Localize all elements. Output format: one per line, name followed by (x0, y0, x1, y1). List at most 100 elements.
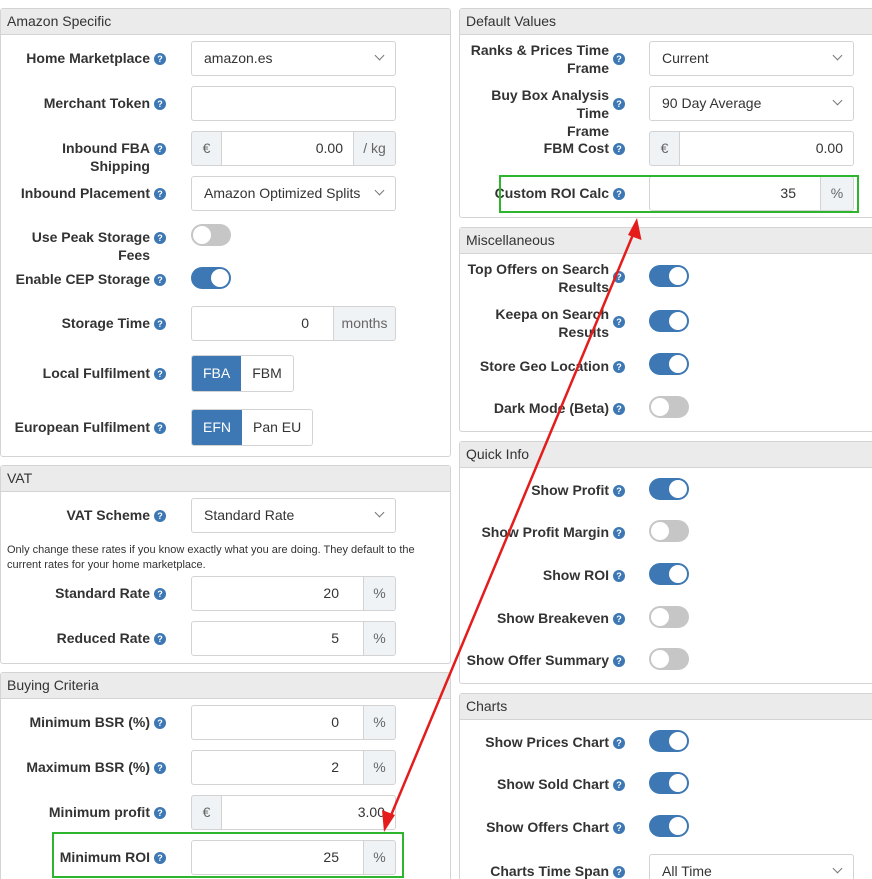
min-bsr-label: Minimum BSR (%) (29, 714, 150, 730)
ranks-timeframe-value: Current (662, 50, 709, 66)
help-icon[interactable]: ? (613, 53, 625, 65)
help-icon[interactable]: ? (613, 613, 625, 625)
default-values-title: Default Values (460, 9, 872, 35)
show-profit-toggle[interactable] (649, 478, 689, 500)
help-icon[interactable]: ? (154, 98, 166, 110)
inbound-fba-label: Inbound FBA Shipping (62, 140, 150, 174)
fbm-cost-input[interactable]: 0.00 (679, 131, 854, 166)
show-profit-label: Show Profit (531, 482, 609, 498)
buybox-timeframe-select[interactable]: 90 Day Average (649, 86, 854, 121)
help-icon[interactable]: ? (613, 143, 625, 155)
max-bsr-label: Maximum BSR (%) (26, 759, 150, 775)
inbound-placement-label: Inbound Placement (20, 185, 150, 201)
amazon-specific-title: Amazon Specific (1, 9, 450, 35)
charts-time-span-select[interactable]: All Time (649, 854, 854, 879)
show-offers-chart-label: Show Offers Chart (486, 819, 609, 835)
top-offers-toggle[interactable] (649, 265, 689, 287)
help-icon[interactable]: ? (154, 633, 166, 645)
home-marketplace-select[interactable]: amazon.es (191, 41, 396, 76)
help-icon[interactable]: ? (154, 188, 166, 200)
inbound-placement-select[interactable]: Amazon Optimized Splits (191, 176, 396, 211)
chevron-down-icon (832, 50, 843, 61)
help-icon[interactable]: ? (154, 762, 166, 774)
help-icon[interactable]: ? (613, 403, 625, 415)
home-marketplace-label: Home Marketplace (26, 50, 150, 66)
help-icon[interactable]: ? (613, 866, 625, 878)
merchant-token-label: Merchant Token (43, 95, 150, 111)
fbm-option[interactable]: FBM (241, 356, 293, 391)
help-icon[interactable]: ? (613, 570, 625, 582)
help-icon[interactable]: ? (154, 274, 166, 286)
help-icon[interactable]: ? (613, 98, 625, 110)
min-profit-input[interactable]: 3.00 (221, 795, 396, 830)
show-prices-chart-toggle[interactable] (649, 730, 689, 752)
help-icon[interactable]: ? (613, 316, 625, 328)
show-profit-margin-label: Show Profit Margin (481, 524, 609, 540)
charts-title: Charts (460, 694, 872, 720)
percent-suffix: % (363, 576, 396, 611)
help-icon[interactable]: ? (154, 232, 166, 244)
percent-suffix: % (363, 750, 396, 785)
efn-option[interactable]: EFN (192, 410, 242, 445)
dark-mode-toggle[interactable] (649, 396, 689, 418)
help-icon[interactable]: ? (154, 807, 166, 819)
help-icon[interactable]: ? (613, 779, 625, 791)
keepa-label-line1: Keepa on Search (495, 306, 609, 322)
min-bsr-input[interactable]: 0 (191, 705, 364, 740)
help-icon[interactable]: ? (154, 422, 166, 434)
chevron-down-icon (374, 50, 385, 61)
help-icon[interactable]: ? (613, 527, 625, 539)
european-fulfilment-label: European Fulfilment (14, 419, 150, 435)
top-offers-label-line1: Top Offers on Search (467, 261, 609, 277)
help-icon[interactable]: ? (613, 485, 625, 497)
standard-rate-label: Standard Rate (55, 585, 150, 601)
help-icon[interactable]: ? (613, 822, 625, 834)
vat-scheme-select[interactable]: Standard Rate (191, 498, 396, 533)
show-sold-chart-toggle[interactable] (649, 772, 689, 794)
cep-storage-toggle[interactable] (191, 267, 231, 289)
geo-location-toggle[interactable] (649, 353, 689, 375)
min-profit-label: Minimum profit (48, 804, 150, 820)
show-sold-chart-label: Show Sold Chart (497, 776, 609, 792)
help-icon[interactable]: ? (154, 717, 166, 729)
standard-rate-input[interactable]: 20 (191, 576, 364, 611)
chevron-down-icon (832, 95, 843, 106)
help-icon[interactable]: ? (613, 271, 625, 283)
show-profit-margin-toggle[interactable] (649, 520, 689, 542)
help-icon[interactable]: ? (154, 510, 166, 522)
reduced-rate-input[interactable]: 5 (191, 621, 364, 656)
show-offer-summary-toggle[interactable] (649, 648, 689, 670)
ranks-timeframe-select[interactable]: Current (649, 41, 854, 76)
help-icon[interactable]: ? (154, 368, 166, 380)
quick-info-title: Quick Info (460, 442, 872, 468)
show-offers-chart-toggle[interactable] (649, 815, 689, 837)
help-icon[interactable]: ? (154, 318, 166, 330)
help-icon[interactable]: ? (154, 143, 166, 155)
buybox-timeframe-label: Buy Box Analysis Time Frame (459, 86, 609, 140)
reduced-rate-label: Reduced Rate (56, 630, 150, 646)
currency-prefix: € (649, 131, 680, 166)
pan-eu-option[interactable]: Pan EU (242, 410, 312, 445)
cep-storage-label: Enable CEP Storage (15, 271, 150, 287)
max-bsr-input[interactable]: 2 (191, 750, 364, 785)
merchant-token-input[interactable] (191, 86, 396, 121)
vat-scheme-value: Standard Rate (204, 507, 295, 523)
show-offer-summary-label: Show Offer Summary (466, 652, 609, 668)
buying-criteria-title: Buying Criteria (1, 673, 450, 699)
help-icon[interactable]: ? (154, 588, 166, 600)
fba-option[interactable]: FBA (192, 356, 242, 391)
peak-storage-toggle[interactable] (191, 224, 231, 246)
help-icon[interactable]: ? (613, 737, 625, 749)
keepa-label-line2: Results (558, 324, 609, 340)
keepa-toggle[interactable] (649, 310, 689, 332)
show-breakeven-toggle[interactable] (649, 606, 689, 628)
ranks-timeframe-label-line2: Frame (566, 60, 609, 76)
inbound-fba-input[interactable]: 0.00 (221, 131, 354, 166)
local-fulfilment-toggle-group: FBA FBM (191, 355, 294, 392)
show-prices-chart-label: Show Prices Chart (485, 734, 609, 750)
show-roi-toggle[interactable] (649, 563, 689, 585)
storage-time-input[interactable]: 0 (191, 306, 334, 341)
help-icon[interactable]: ? (613, 655, 625, 667)
help-icon[interactable]: ? (154, 53, 166, 65)
help-icon[interactable]: ? (613, 361, 625, 373)
